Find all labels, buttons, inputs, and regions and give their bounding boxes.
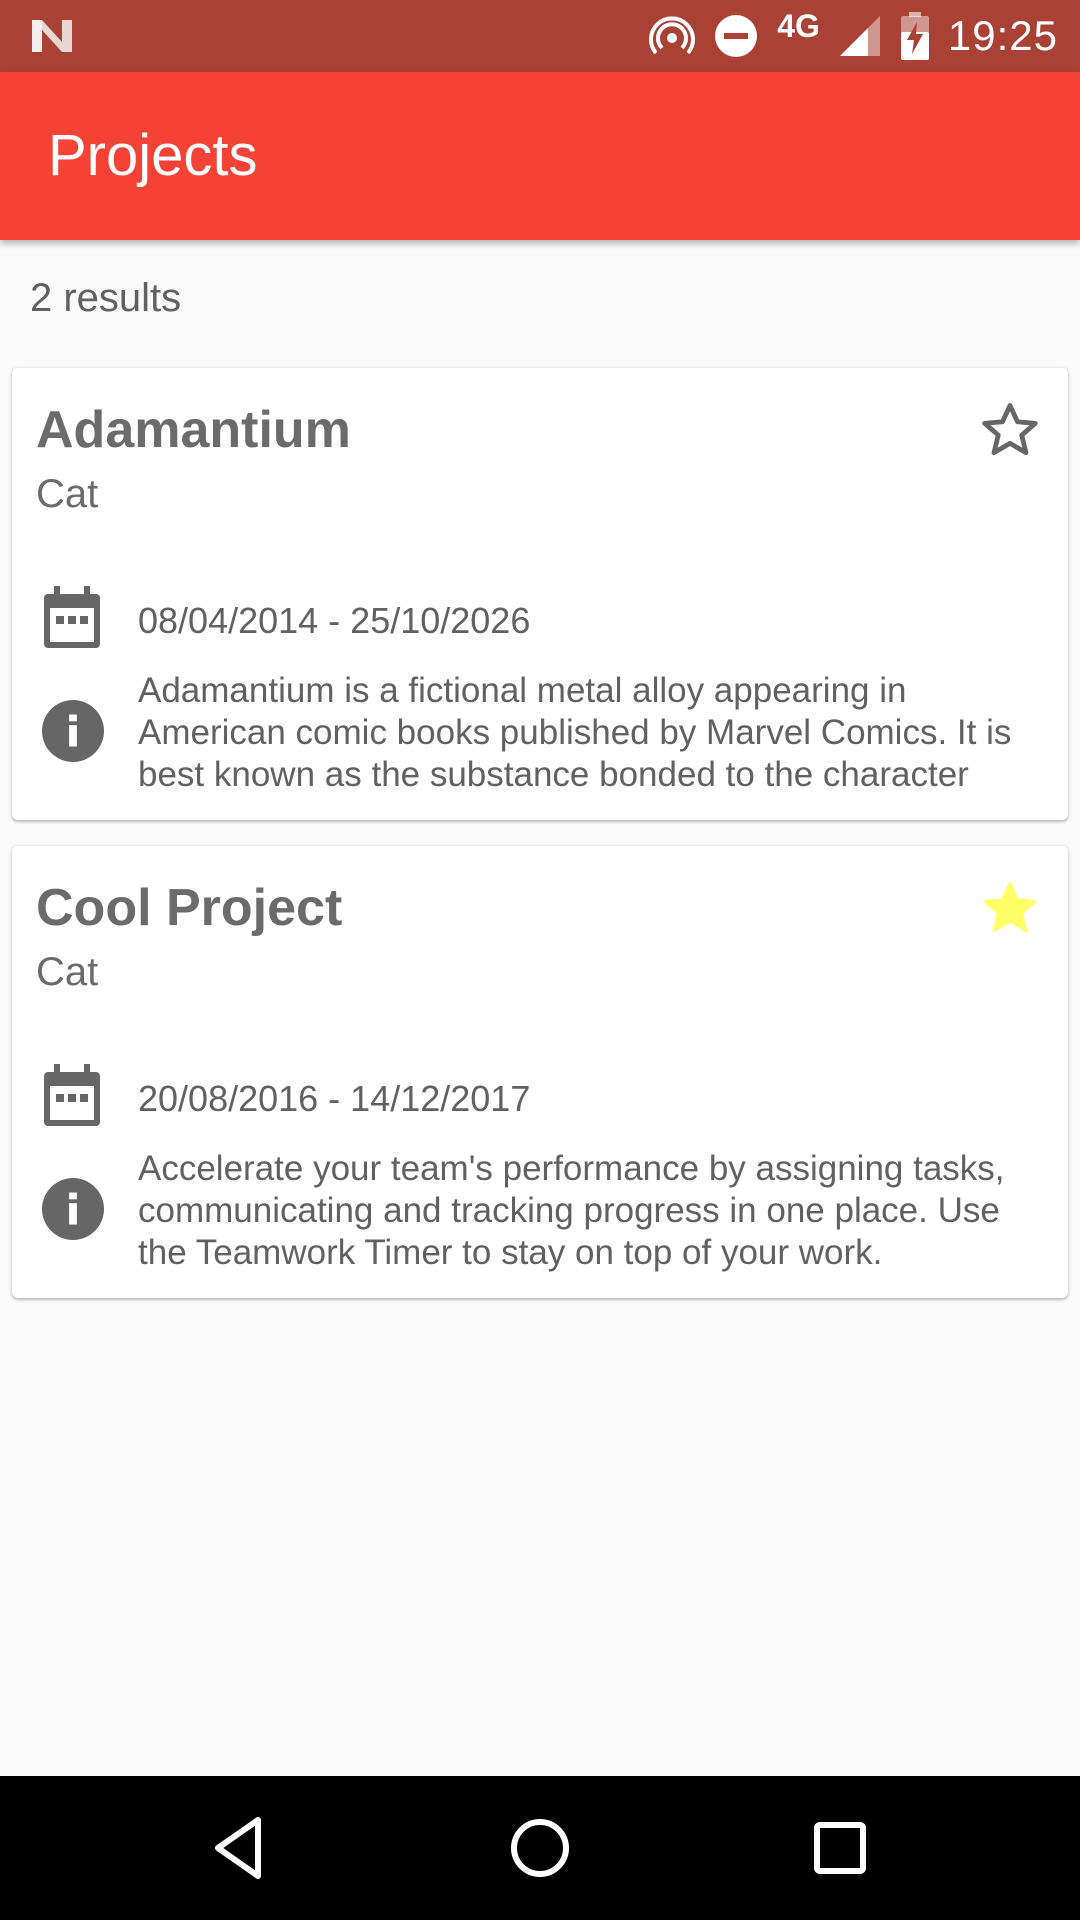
android-n-logo-icon xyxy=(32,20,72,52)
page-title: Projects xyxy=(48,123,258,188)
status-bar: 4G 19:25 xyxy=(0,0,1080,72)
status-icons: 4G 19:25 xyxy=(649,0,1058,72)
star-outline-icon[interactable] xyxy=(978,398,1042,462)
project-dates: 20/08/2016 - 14/12/2017 xyxy=(138,1078,531,1119)
back-icon[interactable] xyxy=(200,1808,280,1888)
home-icon[interactable] xyxy=(500,1808,580,1888)
project-name: Cool Project xyxy=(36,879,343,937)
project-description: Adamantium is a fictional metal alloy ap… xyxy=(138,671,1012,794)
status-clock: 19:25 xyxy=(947,12,1058,59)
signal-icon xyxy=(839,16,880,56)
network-type-label: 4G xyxy=(777,7,820,44)
project-card-adamantium[interactable]: Adamantium Cat 08/04/2014 - 25/10/2026 A… xyxy=(12,368,1068,820)
hotspot-icon xyxy=(649,16,696,55)
project-category: Cat xyxy=(36,472,99,516)
calendar-icon xyxy=(44,1064,100,1126)
project-card-cool-project[interactable]: Cool Project Cat 20/08/2016 - 14/12/2017… xyxy=(12,846,1068,1298)
navigation-bar xyxy=(0,1776,1080,1920)
star-filled-icon[interactable] xyxy=(978,876,1042,940)
project-name: Adamantium xyxy=(36,401,351,459)
results-count: 2 results xyxy=(30,276,182,320)
app-bar: Projects xyxy=(0,72,1080,240)
info-icon xyxy=(42,700,104,762)
calendar-icon xyxy=(44,586,100,648)
info-icon xyxy=(42,1178,104,1240)
project-category: Cat xyxy=(36,950,99,994)
screen: 4G 19:25 Projects 2 results Adamantium C… xyxy=(0,0,1080,1920)
do-not-disturb-icon xyxy=(715,15,758,57)
recents-icon[interactable] xyxy=(800,1808,880,1888)
project-dates: 08/04/2014 - 25/10/2026 xyxy=(138,600,531,641)
project-description: Accelerate your team's performance by as… xyxy=(138,1149,1005,1272)
battery-charging-icon xyxy=(900,12,929,60)
